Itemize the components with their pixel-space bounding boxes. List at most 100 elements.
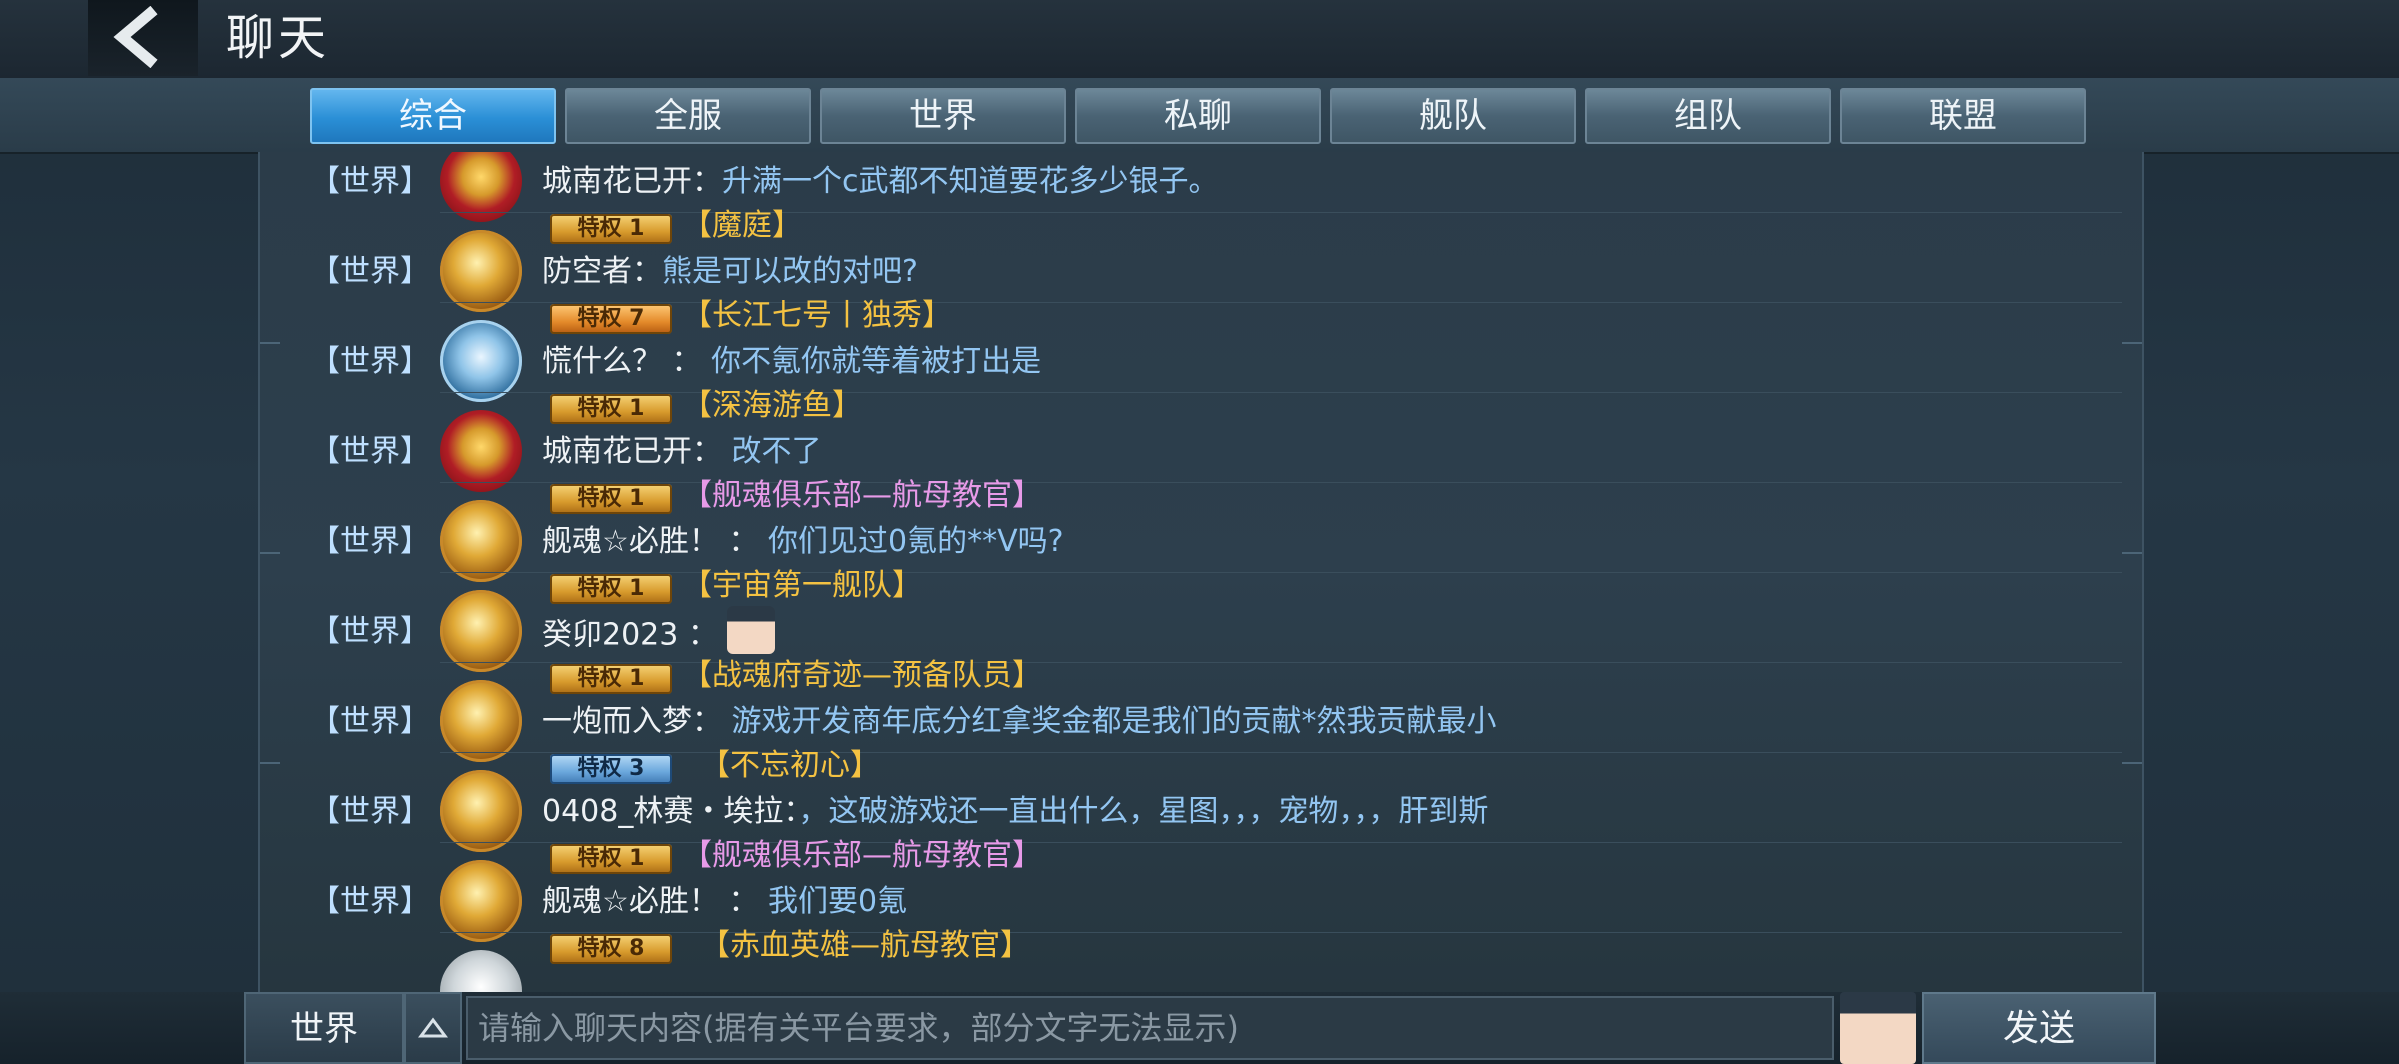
sender-name[interactable]: 城南花已开 [542,164,692,199]
sender-name[interactable]: 舰魂☆必胜！ [542,524,719,559]
avatar[interactable] [440,410,522,492]
sender-name[interactable]: 癸卯2023 [542,618,678,653]
vip-badge: 特权 3 [550,754,672,784]
send-button[interactable]: 发送 [1922,992,2156,1064]
chevron-left-icon [113,6,158,68]
tab-comprehensive[interactable]: 综合 [310,88,556,144]
back-button[interactable] [88,0,198,76]
message-line: 城南花已开：升满一个c武都不知道要花多少银子。 [542,162,1219,202]
chat-input-bar: 世界 发送 [0,992,2399,1064]
vip-badge: 特权 7 [550,304,672,334]
guild-tag[interactable]: 【魔庭】 [682,206,802,246]
vip-badge: 特权 1 [550,484,672,514]
sender-separator: ： [662,344,712,379]
channel-tag: 【世界】 [310,704,430,739]
channel-tag: 【世界】 [310,434,430,469]
message-line: 一炮而入梦： 游戏开发商年底分红拿奖金都是我们的贡献*然我贡献最小 [542,702,1497,742]
message-line: 城南花已开： 改不了 [542,432,822,472]
channel-tag: 【世界】 [310,344,430,379]
sender-name[interactable]: 舰魂☆必胜！ [542,884,719,919]
triangle-up-icon [418,1017,448,1038]
avatar[interactable] [440,230,522,312]
vip-badge: 特权 8 [550,934,672,964]
chat-input[interactable] [466,996,1834,1060]
message-text: 你不氪你就等着被打出是 [711,344,1042,379]
avatar[interactable] [440,680,522,762]
sender-separator: ： [718,524,768,559]
page-title: 聊天 [226,10,331,66]
sender-name[interactable]: 城南花已开 [542,434,692,469]
channel-tag: 【世界】 [310,254,430,289]
sender-name[interactable]: 一炮而入梦 [542,704,692,739]
chat-message[interactable]: 特权 1 【舰魂俱乐部—航母教官】 【世界】 舰魂☆必胜！ ： 你们见过0氪的*… [260,478,2142,582]
message-text: ，这破游戏还一直出什么，星图，，，宠物，，，肝到斯 [798,794,1489,829]
avatar[interactable] [440,770,522,852]
guild-tag[interactable]: 【战魂府奇迹—预备队员】 [682,656,1042,696]
channel-tag: 【世界】 [310,884,430,919]
message-line: 舰魂☆必胜！ ： 你们见过0氪的**V吗? [542,522,1064,562]
channel-tag: 【世界】 [310,614,430,649]
channel-tag: 【世界】 [310,164,430,199]
sender-name[interactable]: 慌什么？ [542,344,662,379]
chat-message[interactable]: 特权 1 【舰魂俱乐部—航母教官】 【世界】 舰魂☆必胜！ ： 我们要0氪 [260,838,2142,942]
guild-tag[interactable]: 【长江七号丨独秀】 [682,296,952,336]
guild-tag[interactable]: 【舰魂俱乐部—航母教官】 [682,476,1042,516]
tab-fleet[interactable]: 舰队 [1330,88,1576,144]
tab-all-server[interactable]: 全服 [565,88,811,144]
sender-separator: ： [632,254,662,289]
channel-tag: 【世界】 [310,794,430,829]
vip-badge: 特权 1 [550,574,672,604]
vip-badge: 特权 1 [550,844,672,874]
message-line: 防空者：熊是可以改的对吧? [542,252,918,292]
chat-message[interactable]: 特权 1 【魔庭】 【世界】 防空者：熊是可以改的对吧? [260,208,2142,312]
emoji-sticker-button[interactable] [1840,992,1916,1064]
sender-separator: ： [678,617,728,653]
divider [440,752,2122,753]
channel-expand-button[interactable] [404,992,462,1064]
sender-separator: ： [718,884,768,919]
guild-tag[interactable]: 【赤血英雄—航母教官】 [700,926,1030,966]
avatar[interactable] [440,500,522,582]
divider [440,932,2122,933]
sticker-emoji [727,606,776,654]
guild-tag[interactable]: 【不忘初心】 [700,746,880,786]
message-text: 我们要0氪 [767,884,908,919]
message-text: 熊是可以改的对吧? [662,254,918,289]
avatar[interactable] [440,860,522,942]
vip-badge: 特权 1 [550,394,672,424]
sender-separator: ： [692,434,732,469]
sender-name[interactable]: 防空者 [542,254,632,289]
avatar[interactable] [440,950,522,992]
header-bar: 聊天 [0,0,2399,78]
tab-private[interactable]: 私聊 [1075,88,1321,144]
avatar[interactable] [440,320,522,402]
sender-separator: ： [692,704,732,739]
channel-selector[interactable]: 世界 [244,992,404,1064]
vip-badge: 特权 1 [550,214,672,244]
message-line: 舰魂☆必胜！ ： 我们要0氪 [542,882,907,922]
tab-alliance[interactable]: 联盟 [1840,88,2086,144]
chat-message[interactable]: 特权 1 【深海游鱼】 【世界】 城南花已开： 改不了 [260,388,2142,492]
vip-badge: 特权 1 [550,664,672,694]
channel-tag: 【世界】 [310,524,430,559]
message-text: 游戏开发商年底分红拿奖金都是我们的贡献*然我贡献最小 [731,704,1497,739]
guild-tag[interactable]: 【宇宙第一舰队】 [682,566,922,606]
chat-message[interactable]: 特权 7 【长江七号丨独秀】 【世界】 慌什么？ ： 你不氪你就等着被打出是 [260,298,2142,402]
tab-world[interactable]: 世界 [820,88,1066,144]
chat-message[interactable]: 特权 8 【赤血英雄—航母教官】 [260,928,2142,992]
tab-team[interactable]: 组队 [1585,88,1831,144]
avatar[interactable] [440,590,522,672]
chat-message[interactable]: 特权 1 【战魂府奇迹—预备队员】 【世界】 一炮而入梦： 游戏开发商年底分红拿… [260,658,2142,762]
chat-message[interactable]: 特权 1 【宇宙第一舰队】 【世界】 癸卯2023 ： [260,568,2142,672]
guild-tag[interactable]: 【深海游鱼】 [682,386,862,426]
chat-message-list[interactable]: 【世界】 城南花已开：升满一个c武都不知道要花多少银子。 特权 1 【魔庭】 【… [258,152,2144,992]
message-text: 改不了 [731,434,822,469]
channel-tab-bar: 综合 全服 世界 私聊 舰队 组队 联盟 [0,78,2399,154]
message-text: 升满一个c武都不知道要花多少银子。 [722,164,1219,199]
message-text: 你们见过0氪的**V吗? [767,524,1064,559]
guild-tag[interactable]: 【舰魂俱乐部—航母教官】 [682,836,1042,876]
message-line: 慌什么？ ： 你不氪你就等着被打出是 [542,342,1041,382]
sender-name[interactable]: 0408_林赛・埃拉 [542,794,783,829]
chat-message[interactable]: 特权 3 【不忘初心】 【世界】 0408_林赛・埃拉：，这破游戏还一直出什么，… [260,748,2142,852]
chat-message[interactable]: 【世界】 城南花已开：升满一个c武都不知道要花多少银子。 [260,152,2142,222]
